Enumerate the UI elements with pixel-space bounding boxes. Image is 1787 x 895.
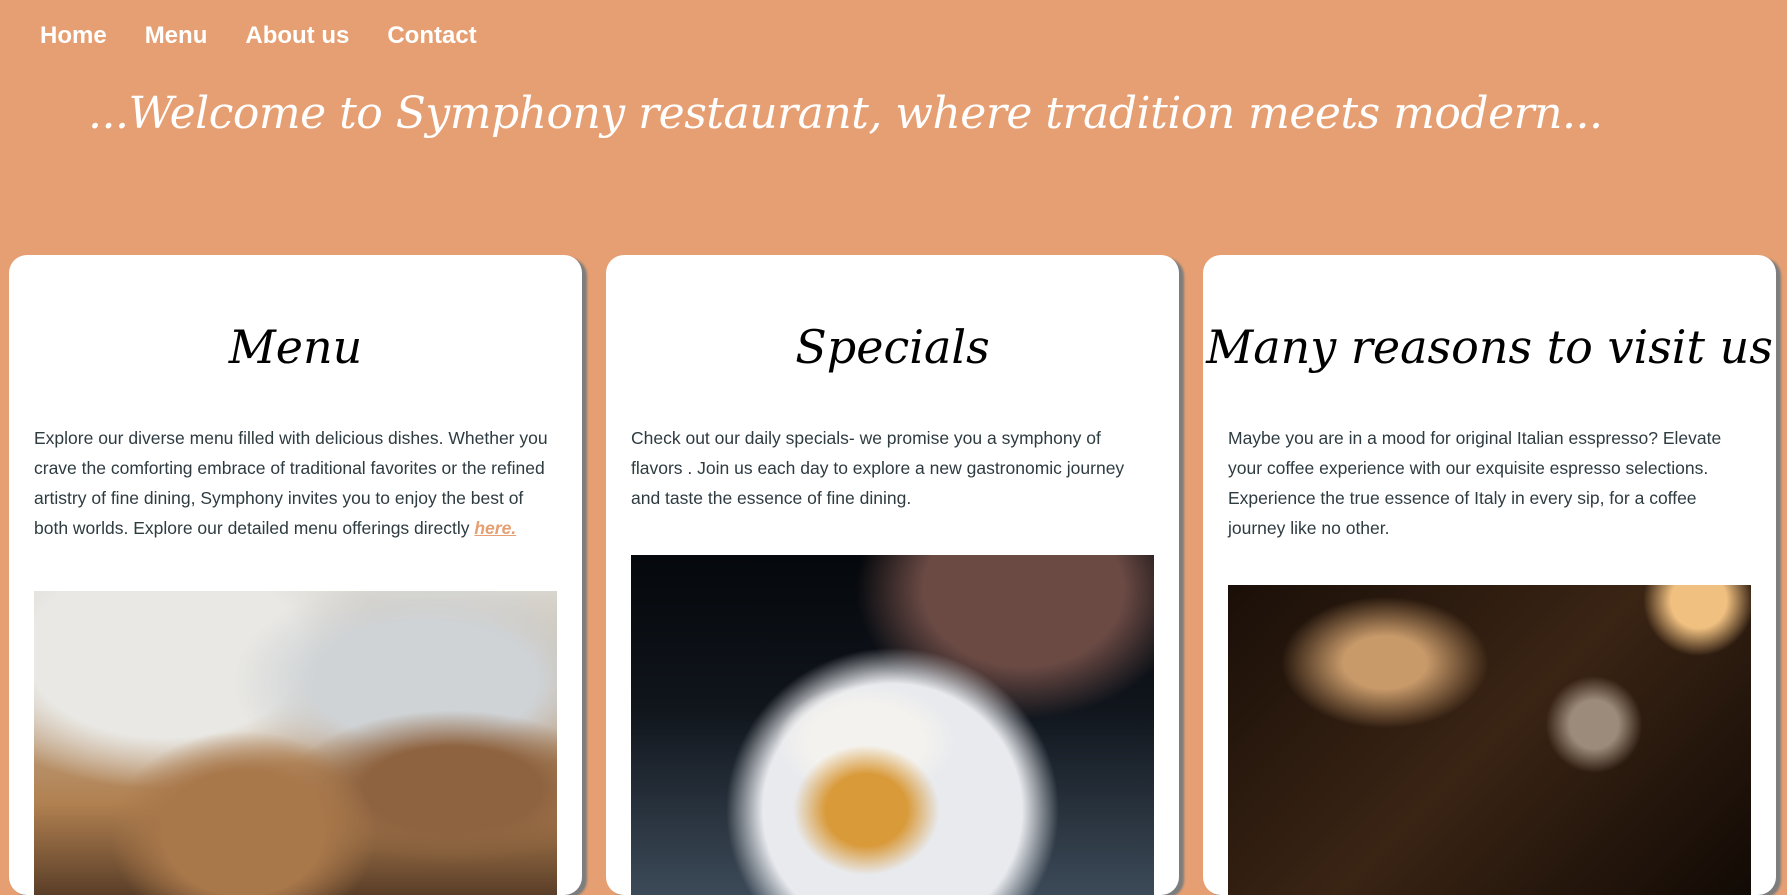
main-nav: Home Menu About us Contact — [40, 22, 477, 50]
card-title: Specials — [795, 320, 990, 374]
nav-menu[interactable]: Menu — [145, 22, 208, 50]
welcome-heading: ...Welcome to Symphony restaurant, where… — [88, 88, 1603, 139]
nav-home[interactable]: Home — [40, 22, 107, 50]
nav-about-us[interactable]: About us — [245, 22, 349, 50]
dish-photo — [631, 555, 1154, 895]
espresso-machine-photo — [1228, 585, 1751, 895]
menu-here-link[interactable]: here. — [474, 518, 516, 538]
card-title: Menu — [228, 320, 363, 374]
card-text: Check out our daily specials- we promise… — [631, 428, 1125, 508]
card-text: Explore our diverse menu filled with del… — [34, 423, 557, 543]
card-text: Maybe you are in a mood for original Ita… — [1228, 428, 1722, 538]
chef-plating-photo — [34, 591, 557, 895]
specials-card: Specials Check out our daily specials- w… — [606, 255, 1179, 895]
card-text-body: Explore our diverse menu filled with del… — [34, 428, 548, 538]
card-title: Many reasons to visit us — [1206, 320, 1773, 374]
nav-contact[interactable]: Contact — [387, 22, 476, 50]
reasons-card: Many reasons to visit us Maybe you are i… — [1203, 255, 1776, 895]
menu-card: Menu Explore our diverse menu filled wit… — [9, 255, 582, 895]
